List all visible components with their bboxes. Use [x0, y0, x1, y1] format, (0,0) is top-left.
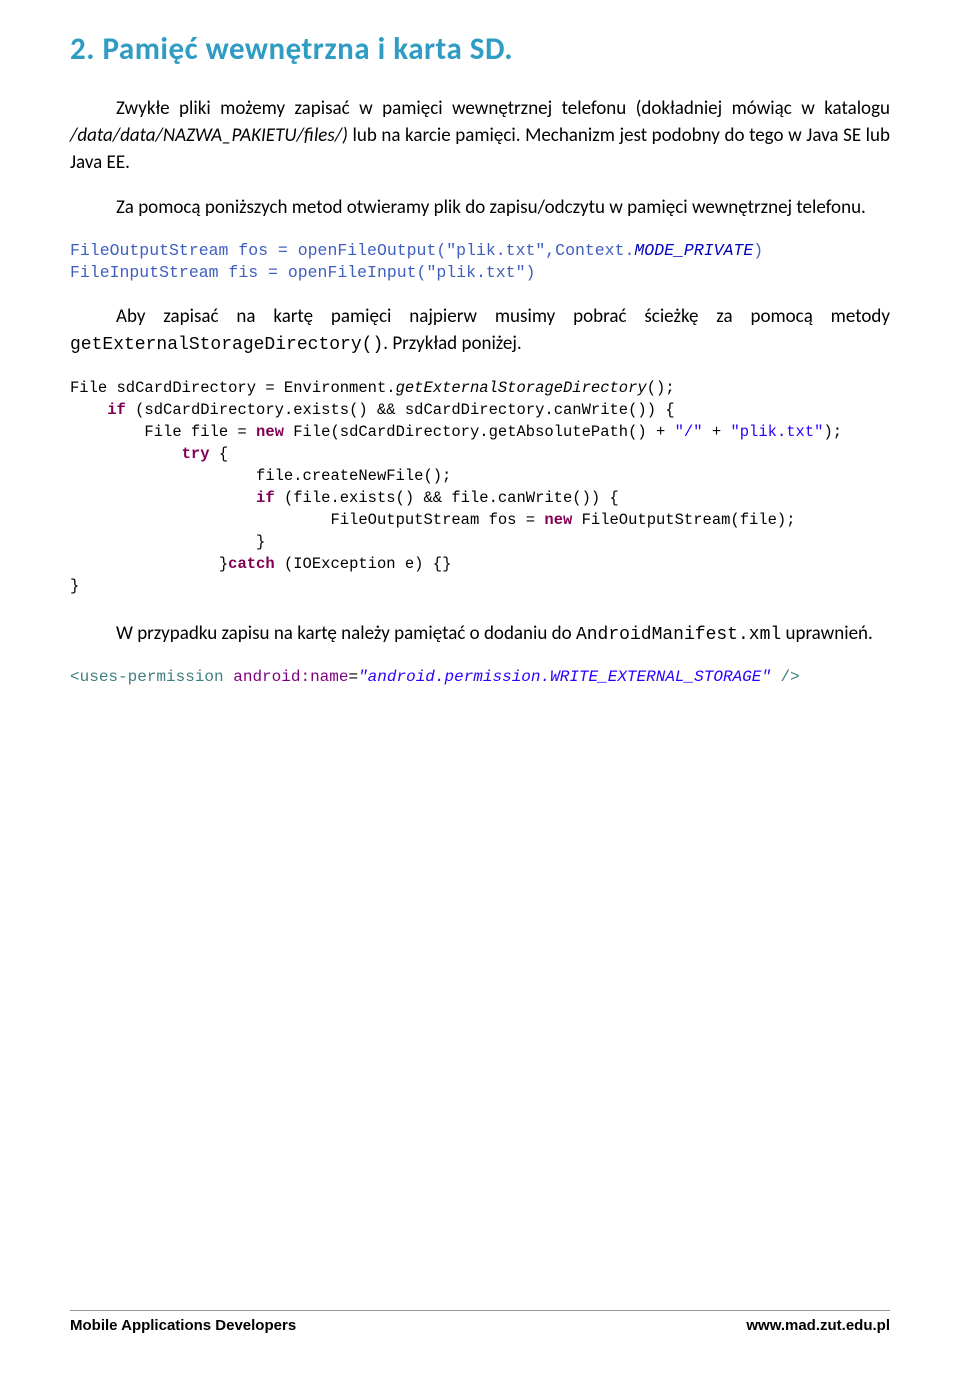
paragraph-1: Zwykłe pliki możemy zapisać w pamięci we… — [70, 96, 890, 177]
p4-text-a: W przypadku zapisu na kartę należy pamię… — [116, 622, 576, 645]
j-l2a: (sdCardDirectory.exists() && sdCardDirec… — [126, 401, 675, 419]
code-line-1-mode: MODE_PRIVATE — [634, 241, 753, 260]
footer-left: Mobile Applications Developers — [70, 1317, 296, 1334]
j-l3c: + — [703, 423, 731, 441]
j-l9-catch: catch — [228, 555, 275, 573]
p3-text-a: Aby zapisać na kartę pamięci najpierw mu… — [116, 305, 890, 328]
p3-text-b: . Przykład poniżej. — [383, 332, 521, 355]
p4-mono: AndroidManifest.xml — [576, 625, 781, 645]
java-code-block: File sdCardDirectory = Environment.getEx… — [70, 377, 890, 597]
j-l5-indent — [70, 467, 256, 485]
j-l7-indent — [70, 511, 330, 529]
xml-close: /> — [771, 668, 800, 686]
j-l7b: FileOutputStream(file); — [572, 511, 795, 529]
section-title: 2. Pamięć wewnętrzna i karta SD. — [70, 30, 890, 68]
code-block-fileio: FileOutputStream fos = openFileOutput("p… — [70, 240, 890, 285]
page-footer: Mobile Applications Developers www.mad.z… — [70, 1310, 890, 1334]
paragraph-2: Za pomocą poniższych metod otwieramy pli… — [70, 195, 890, 222]
j-l1a: File sdCardDirectory = Environment. — [70, 379, 396, 397]
j-l9b: (IOException e) {} — [275, 555, 452, 573]
xml-tag: uses-permission — [80, 668, 224, 686]
paragraph-3: Aby zapisać na kartę pamięci najpierw mu… — [70, 304, 890, 359]
j-l3a: File file = — [144, 423, 256, 441]
j-l2-indent — [70, 401, 107, 419]
j-l7a: FileOutputStream fos = — [330, 511, 544, 529]
xml-attr-val: "android.permission.WRITE_EXTERNAL_STORA… — [358, 668, 771, 686]
p1-italic-path: /data/data/NAZWA_PAKIETU/files/) — [70, 124, 348, 147]
j-l9a: } — [219, 555, 228, 573]
p4-text-b: uprawnień. — [781, 622, 873, 645]
paragraph-4: W przypadku zapisu na kartę należy pamię… — [70, 621, 890, 649]
j-l2-if: if — [107, 401, 126, 419]
j-l4-indent — [70, 445, 182, 463]
xml-open: < — [70, 668, 80, 686]
j-l6-indent — [70, 489, 256, 507]
j-l3s1: "/" — [675, 423, 703, 441]
j-l9-indent — [70, 555, 219, 573]
j-l8a: } — [256, 533, 265, 551]
xml-eq: = — [348, 668, 358, 686]
j-l5a: file.createNewFile(); — [256, 467, 451, 485]
j-l8-indent — [70, 533, 256, 551]
xml-attr-name: android:name — [233, 668, 348, 686]
j-l4-try: try — [182, 445, 210, 463]
j-l6a: (file.exists() && file.canWrite()) { — [275, 489, 619, 507]
p1-text-a: Zwykłe pliki możemy zapisać w pamięci we… — [116, 97, 890, 120]
footer-right: www.mad.zut.edu.pl — [746, 1317, 890, 1334]
code-line-1c: ) — [753, 241, 763, 260]
j-l3d: ); — [823, 423, 842, 441]
j-l3-new: new — [256, 423, 284, 441]
j-l10: } — [70, 577, 79, 595]
j-l3s2: "plik.txt" — [730, 423, 823, 441]
j-l4a: { — [210, 445, 229, 463]
j-l3b: File(sdCardDirectory.getAbsolutePath() + — [284, 423, 675, 441]
xml-code-block: <uses-permission android:name="android.p… — [70, 666, 890, 688]
code-line-2: FileInputStream fis = openFileInput("pli… — [70, 263, 535, 282]
j-l7-new: new — [544, 511, 572, 529]
p3-mono: getExternalStorageDirectory() — [70, 335, 383, 355]
j-l1b: getExternalStorageDirectory — [396, 379, 647, 397]
j-l6-if: if — [256, 489, 275, 507]
code-line-1a: FileOutputStream fos = openFileOutput("p… — [70, 241, 634, 260]
xml-sp — [224, 668, 234, 686]
j-l3-indent — [70, 423, 144, 441]
j-l1c: (); — [647, 379, 675, 397]
